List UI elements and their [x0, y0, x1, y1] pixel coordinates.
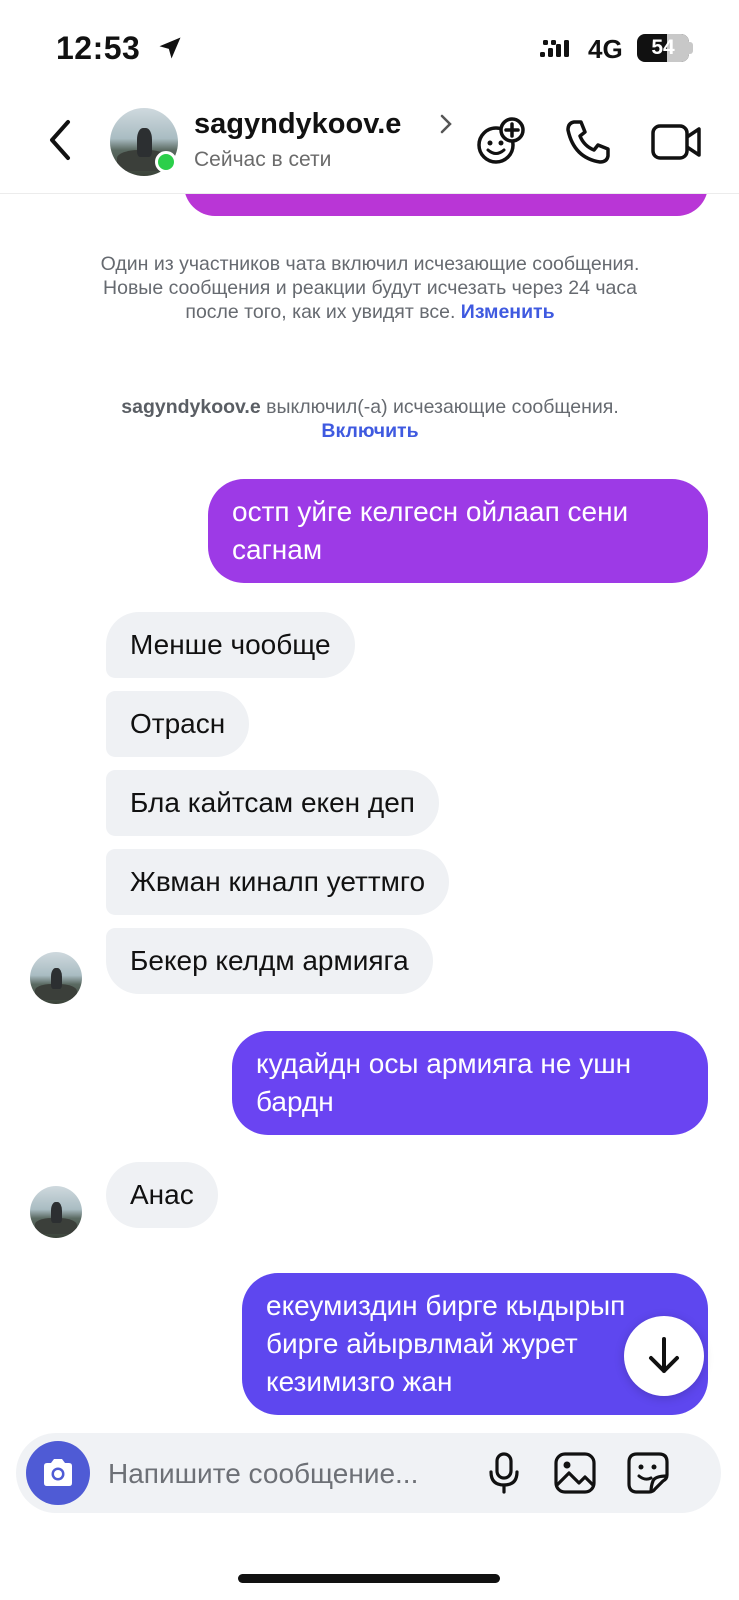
- back-icon[interactable]: [42, 116, 82, 164]
- chevron-right-icon[interactable]: [438, 112, 454, 136]
- message-input[interactable]: [108, 1455, 478, 1493]
- battery-icon: 54: [637, 34, 689, 62]
- message-bubble-incoming[interactable]: Отрасн: [106, 691, 250, 757]
- message-list[interactable]: Один из участников чата включил исчезающ…: [0, 194, 739, 1424]
- message-bubble-incoming[interactable]: Менше чообще: [106, 612, 355, 678]
- disabled-notice: sagyndykoov.e выключил(-а) исчезающие со…: [120, 395, 620, 443]
- scroll-down-button[interactable]: [624, 1316, 704, 1396]
- notice-text: Один из участников чата включил исчезающ…: [100, 253, 640, 323]
- phone-icon[interactable]: [562, 116, 614, 168]
- sender-avatar[interactable]: [30, 952, 82, 1004]
- camera-button[interactable]: [26, 1441, 90, 1505]
- message-bubble-outgoing[interactable]: остп уйге келгесн ойлаап сени сагнам: [208, 479, 708, 583]
- video-icon[interactable]: [650, 116, 702, 168]
- message-bubble-partial[interactable]: [184, 194, 708, 216]
- message-composer: [16, 1433, 721, 1513]
- add-reaction-icon[interactable]: [474, 116, 526, 168]
- home-indicator: [238, 1574, 500, 1583]
- battery-nub: [689, 42, 693, 54]
- message-bubble-outgoing[interactable]: кудайдн осы армияга не ушн бардн: [232, 1031, 708, 1135]
- sticker-icon[interactable]: [626, 1451, 670, 1495]
- username[interactable]: sagyndykoov.e: [194, 108, 401, 141]
- status-time: 12:53: [56, 30, 141, 66]
- online-indicator: [155, 151, 177, 173]
- status-bar: 12:53 4G 54: [0, 0, 739, 96]
- battery-level: 54: [651, 36, 675, 59]
- disappearing-notice: Один из участников чата включил исчезающ…: [90, 252, 650, 324]
- microphone-icon[interactable]: [482, 1451, 526, 1495]
- cellular-signal-icon: [540, 40, 569, 57]
- gallery-icon[interactable]: [553, 1451, 597, 1495]
- enable-link[interactable]: Включить: [321, 420, 418, 442]
- location-arrow-icon: [159, 37, 181, 59]
- message-bubble-incoming[interactable]: Бекер келдм армияга: [106, 928, 433, 994]
- online-status: Сейчас в сети: [194, 148, 332, 171]
- notice-user: sagyndykoov.e: [121, 396, 261, 418]
- arrow-down-icon: [649, 1337, 679, 1373]
- message-bubble-incoming[interactable]: Жвман киналп уеттмго: [106, 849, 450, 915]
- camera-icon: [44, 1459, 72, 1486]
- chat-header: sagyndykoov.e Сейчас в сети: [0, 96, 739, 194]
- change-link[interactable]: Изменить: [461, 301, 555, 323]
- network-type: 4G: [588, 34, 623, 64]
- notice-text: выключил(-а) исчезающие сообщения.: [266, 396, 619, 418]
- sender-avatar[interactable]: [30, 1186, 82, 1238]
- message-bubble-incoming[interactable]: Анас: [106, 1162, 218, 1228]
- message-bubble-incoming[interactable]: Бла кайтсам екен деп: [106, 770, 439, 836]
